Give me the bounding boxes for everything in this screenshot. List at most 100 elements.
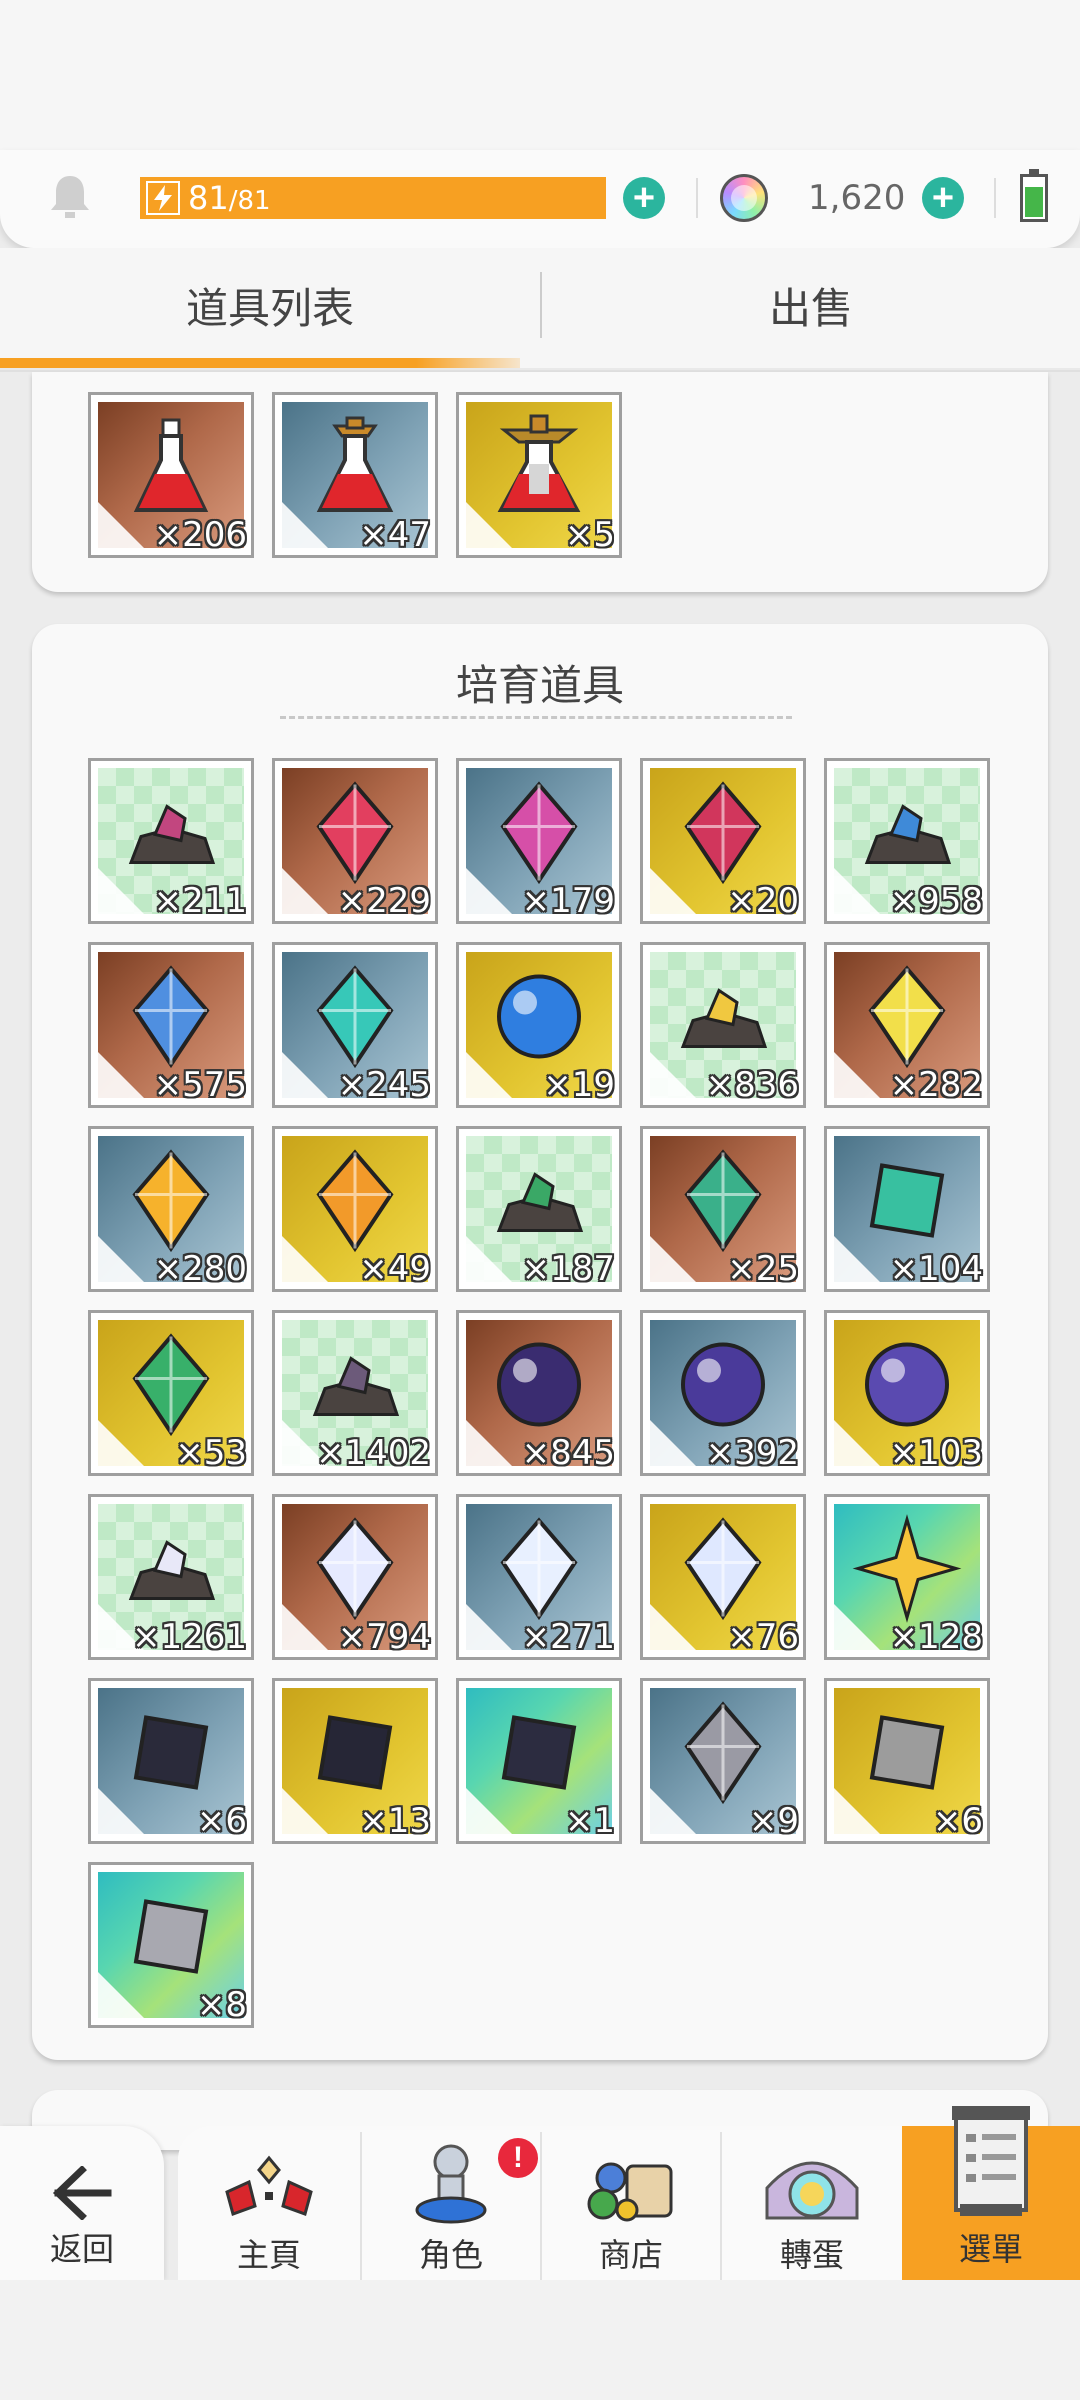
back-arrow-icon bbox=[52, 2166, 112, 2220]
item-slot[interactable]: ×20 bbox=[640, 758, 806, 924]
yellow-gem-icon bbox=[865, 965, 949, 1074]
item-slot[interactable]: ×179 bbox=[456, 758, 622, 924]
shop-label: 商店 bbox=[598, 2237, 663, 2273]
rune-stone-icon bbox=[126, 1708, 216, 1803]
item-slot[interactable]: ×206 bbox=[88, 392, 254, 558]
pink-ore-icon bbox=[121, 793, 221, 878]
item-count: ×5 bbox=[564, 515, 615, 555]
item-count: ×958 bbox=[889, 881, 983, 921]
item-slot[interactable]: ×845 bbox=[456, 1310, 622, 1476]
item-slot[interactable]: ×5 bbox=[456, 392, 622, 558]
item-count: ×1 bbox=[564, 1801, 615, 1841]
item-count: ×271 bbox=[521, 1617, 615, 1657]
nav-item-menu[interactable]: 選單 bbox=[902, 2106, 1080, 2280]
item-count: ×6 bbox=[196, 1801, 247, 1841]
red-potion-icon bbox=[133, 418, 209, 513]
item-count: ×229 bbox=[337, 881, 431, 921]
dark-ore-icon bbox=[305, 1345, 405, 1430]
item-slot[interactable]: ×104 bbox=[824, 1126, 990, 1292]
emerald-icon bbox=[862, 1156, 952, 1251]
item-slot[interactable]: ×229 bbox=[272, 758, 438, 924]
item-slot[interactable]: ×13 bbox=[272, 1678, 438, 1844]
item-count: ×845 bbox=[521, 1433, 615, 1473]
item-slot[interactable]: ×103 bbox=[824, 1310, 990, 1476]
item-count: ×392 bbox=[705, 1433, 799, 1473]
nav-item-gacha[interactable]: 轉蛋 bbox=[722, 2132, 902, 2280]
menu-scroll-icon bbox=[952, 2106, 1030, 2216]
item-slot[interactable]: ×271 bbox=[456, 1494, 622, 1660]
item-count: ×245 bbox=[337, 1065, 431, 1105]
nav-item-home[interactable]: 主頁 bbox=[178, 2132, 362, 2280]
item-count: ×6 bbox=[932, 1801, 983, 1841]
item-count: ×9 bbox=[748, 1801, 799, 1841]
winged-amber-icon bbox=[313, 1149, 397, 1258]
white-crystal-icon bbox=[313, 1517, 397, 1626]
winged-diamond-icon bbox=[681, 1517, 765, 1626]
gold-ore-icon bbox=[673, 977, 773, 1062]
item-slot[interactable]: ×25 bbox=[640, 1126, 806, 1292]
tab-bar: 道具列表 出售 bbox=[0, 248, 1080, 372]
item-slot[interactable]: ×49 bbox=[272, 1126, 438, 1292]
item-count: ×836 bbox=[705, 1065, 799, 1105]
tab-item-list[interactable]: 道具列表 bbox=[0, 248, 540, 362]
gacha-label: 轉蛋 bbox=[779, 2237, 844, 2273]
grey-rock-icon bbox=[862, 1708, 952, 1803]
back-label: 返回 bbox=[49, 2231, 114, 2267]
amber-gem-icon bbox=[129, 1149, 213, 1258]
item-slot[interactable]: ×8 bbox=[88, 1862, 254, 2028]
item-slot[interactable]: ×19 bbox=[456, 942, 622, 1108]
item-slot[interactable]: ×128 bbox=[824, 1494, 990, 1660]
item-count: ×104 bbox=[889, 1249, 983, 1289]
item-count: ×282 bbox=[889, 1065, 983, 1105]
item-slot[interactable]: ×958 bbox=[824, 758, 990, 924]
active-tab-indicator bbox=[0, 358, 520, 368]
item-count: ×53 bbox=[175, 1433, 247, 1473]
item-slot[interactable]: ×1402 bbox=[272, 1310, 438, 1476]
item-count: ×280 bbox=[153, 1249, 247, 1289]
rune-monolith-icon bbox=[494, 1708, 584, 1803]
add-gems-button[interactable]: + bbox=[922, 177, 964, 219]
item-slot[interactable]: ×47 bbox=[272, 392, 438, 558]
item-slot[interactable]: ×575 bbox=[88, 942, 254, 1108]
item-slot[interactable]: ×282 bbox=[824, 942, 990, 1108]
item-slot[interactable]: ×1261 bbox=[88, 1494, 254, 1660]
item-count: ×128 bbox=[889, 1617, 983, 1657]
winged-purple-orb-icon bbox=[857, 1335, 957, 1440]
diamond-icon bbox=[497, 1517, 581, 1626]
item-slot[interactable]: ×187 bbox=[456, 1126, 622, 1292]
item-slot[interactable]: ×6 bbox=[824, 1678, 990, 1844]
item-slot[interactable]: ×9 bbox=[640, 1678, 806, 1844]
divider bbox=[696, 178, 698, 218]
divider bbox=[994, 178, 996, 218]
bottom-navigation: 返回 主頁 角色 ! 商店 轉蛋 選單 bbox=[0, 2106, 1080, 2280]
character-icon bbox=[415, 2144, 487, 2224]
menu-label: 選單 bbox=[958, 2231, 1023, 2267]
green-ore-icon bbox=[489, 1161, 589, 1246]
blue-shard-icon bbox=[129, 965, 213, 1074]
item-slot[interactable]: ×392 bbox=[640, 1310, 806, 1476]
item-slot[interactable]: ×211 bbox=[88, 758, 254, 924]
item-count: ×179 bbox=[521, 881, 615, 921]
dark-orb-icon bbox=[489, 1335, 589, 1440]
shop-icon bbox=[587, 2162, 673, 2222]
nav-item-shop[interactable]: 商店 bbox=[542, 2132, 722, 2280]
top-blank-area bbox=[0, 0, 1080, 150]
add-energy-button[interactable]: + bbox=[623, 177, 665, 219]
back-button[interactable]: 返回 bbox=[0, 2126, 164, 2280]
item-slot[interactable]: ×76 bbox=[640, 1494, 806, 1660]
item-count: ×794 bbox=[337, 1617, 431, 1657]
bell-icon[interactable] bbox=[48, 172, 92, 222]
item-slot[interactable]: ×1 bbox=[456, 1678, 622, 1844]
item-slot[interactable]: ×53 bbox=[88, 1310, 254, 1476]
red-potion-icon bbox=[497, 414, 581, 513]
item-slot[interactable]: ×6 bbox=[88, 1678, 254, 1844]
item-slot[interactable]: ×836 bbox=[640, 942, 806, 1108]
tab-sell[interactable]: 出售 bbox=[542, 248, 1080, 362]
status-bar: 81/81 + 1,620 + bbox=[0, 150, 1080, 248]
item-slot[interactable]: ×280 bbox=[88, 1126, 254, 1292]
potions-panel: ×206 ×47 ×5 bbox=[32, 372, 1048, 592]
nav-item-character[interactable]: 角色 ! bbox=[362, 2132, 542, 2280]
emerald-crest-icon bbox=[129, 1333, 213, 1442]
item-slot[interactable]: ×794 bbox=[272, 1494, 438, 1660]
item-slot[interactable]: ×245 bbox=[272, 942, 438, 1108]
